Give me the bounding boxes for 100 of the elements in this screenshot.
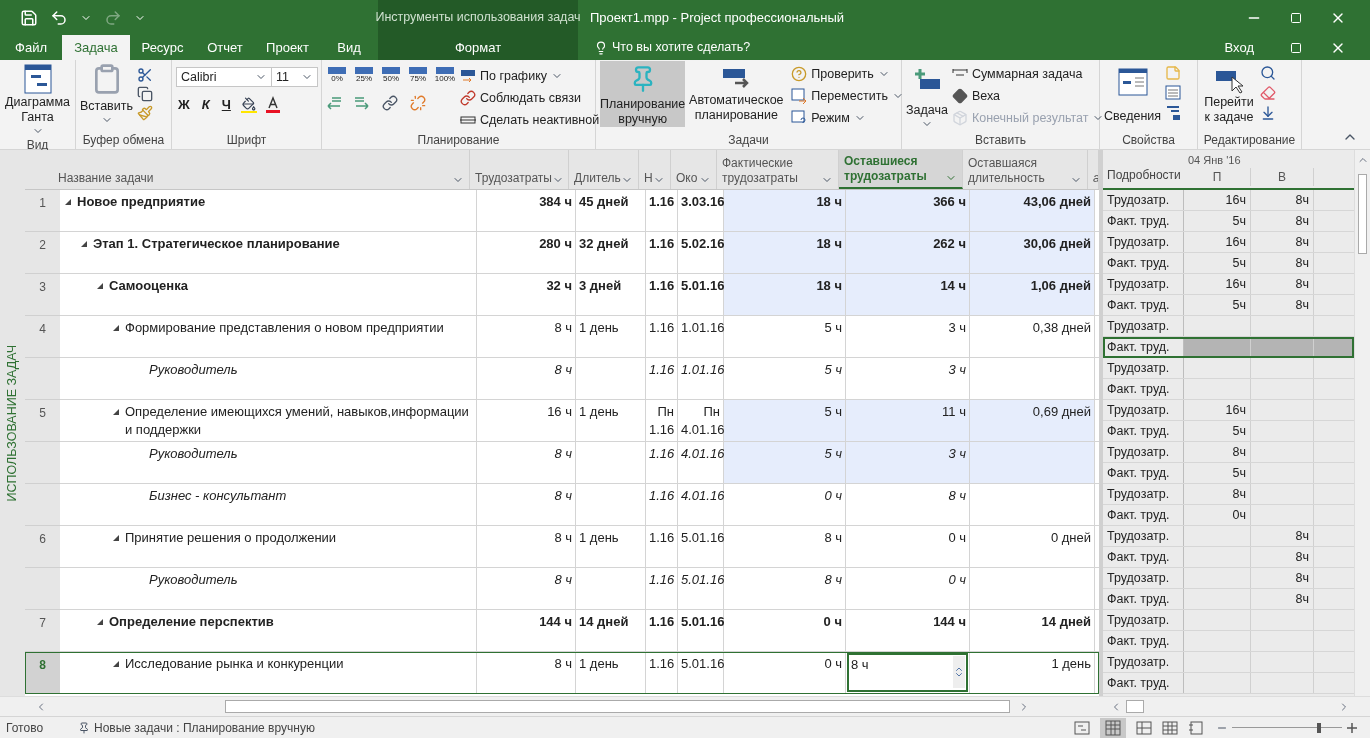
detail-row[interactable]: Факт. труд. 5ч 8ч [1103,253,1354,274]
restore-icon[interactable] [1290,11,1302,24]
ribbon-tab[interactable]: Отчет [195,35,255,60]
eraser-icon[interactable] [1260,85,1276,101]
detail-row[interactable]: Трудозатр. 16ч 8ч [1103,190,1354,211]
table-row[interactable]: 4 Формирование представления о новом предприятии 8 ч 1 день 1.16 1.01.16 5 ч 3 ч 0,38 дней [25,316,1099,358]
detail-row[interactable]: Трудозатр. 16ч 8ч [1103,232,1354,253]
timeline-icon[interactable] [1165,105,1182,121]
fill-color-icon[interactable] [240,96,257,113]
scroll-thumb[interactable] [1126,700,1144,713]
undo-icon[interactable] [50,8,68,27]
tell-me-field[interactable]: Что вы хотите сделать? [612,38,812,57]
summary-task-button[interactable]: Суммарная задача [951,63,1105,85]
indent-icon[interactable] [354,96,370,110]
row-number[interactable]: 4 [25,316,60,358]
manual-schedule-button[interactable]: Планирование вручную [600,61,686,127]
information-button[interactable]: Сведения [1104,63,1162,124]
copy-icon[interactable] [137,86,153,102]
collapse-triangle-icon[interactable] [113,661,119,667]
collapse-triangle-icon[interactable] [97,283,103,289]
detail-row[interactable]: Факт. труд. 5ч [1103,463,1354,484]
zoom-in-icon[interactable] [1346,721,1358,734]
outdent-icon[interactable] [326,96,342,110]
ribbon-tab[interactable]: Ресурс [130,35,195,60]
detail-row[interactable]: Факт. труд. 8ч [1103,589,1354,610]
new-tasks-mode[interactable]: Новые задачи : Планирование вручную [94,718,315,737]
inactivate-button[interactable]: Сделать неактивной [460,109,600,131]
table-row[interactable]: Руководитель 8 ч 1.16 4.01.16 5 ч 3 ч [25,442,1099,484]
team-planner-icon[interactable] [1136,720,1152,735]
ribbon-tab[interactable]: Задача [62,35,130,60]
table-row[interactable]: 6 Принятие решения о продолжении 8 ч 1 день 1.16 5.01.16 8 ч 0 ч 0 дней [25,526,1099,568]
zoom-slider[interactable] [1232,722,1342,733]
note-icon[interactable] [1165,65,1182,81]
column-header[interactable]: Оставшиеся трудозатраты [839,150,963,189]
percent-complete-button[interactable]: 100% [434,67,456,83]
column-header[interactable]: Оставшаяся длительность [963,150,1088,189]
vertical-scrollbar[interactable] [1354,150,1370,696]
move-button[interactable]: Переместить [791,85,904,107]
row-number[interactable]: 8 [25,652,60,694]
collapse-triangle-icon[interactable] [65,199,71,205]
detail-row[interactable]: Факт. труд. 8ч [1103,547,1354,568]
restore-icon[interactable] [1290,41,1302,54]
column-header[interactable]: Трудозатраты [470,150,569,189]
detail-row[interactable]: Трудозатр. [1103,610,1354,631]
table-row[interactable]: Руководитель 8 ч 1.16 1.01.16 5 ч 3 ч [25,358,1099,400]
table-row[interactable]: Бизнес - консультант 8 ч 1.16 4.01.16 0 ч 8 ч [25,484,1099,526]
column-header[interactable]: Н [639,150,671,189]
unlink-icon[interactable] [410,95,426,111]
table-row[interactable]: 3 Самооценка 32 ч 3 дней 1.16 5.01.16 18 ч 14 ч 1,06 дней [25,274,1099,316]
report-view-icon[interactable] [1188,720,1204,735]
font-family-field[interactable]: Calibri [176,67,272,87]
table-row[interactable]: 2 Этап 1. Стратегическое планирование 280 ч 32 дней 1.16 5.02.16 18 ч 262 ч 30,06 дней [25,232,1099,274]
detail-row[interactable]: Факт. труд. [1103,673,1354,694]
percent-complete-button[interactable]: 50% [380,67,402,83]
detail-row[interactable]: Факт. труд. [1103,631,1354,652]
row-number[interactable]: 5 [25,400,60,442]
respect-links-button[interactable]: Соблюдать связи [460,87,600,109]
detail-row[interactable]: Трудозатр. 8ч [1103,568,1354,589]
collapse-triangle-icon[interactable] [81,241,87,247]
italic-button[interactable]: К [199,95,212,115]
redo-icon[interactable] [104,8,122,27]
ribbon-tab[interactable]: Файл [0,35,62,60]
table-row[interactable]: 8 Исследование рынка и конкуренции 8 ч 1 день 1.16 5.01.16 0 ч 8 ч 1 день [25,652,1099,694]
fill-down-icon[interactable] [1260,105,1276,121]
on-track-button[interactable]: По графику [460,65,600,87]
insert-task-button[interactable]: Задача [906,63,948,130]
row-number[interactable]: 1 [25,190,60,232]
detail-row[interactable]: Факт. труд. [1103,337,1354,358]
table-row[interactable]: Руководитель 8 ч 1.16 5.01.16 8 ч 0 ч [25,568,1099,610]
detail-row[interactable]: Трудозатр. 8ч [1103,484,1354,505]
detail-row[interactable]: Трудозатр. [1103,316,1354,337]
underline-button[interactable]: Ч [219,95,233,115]
detail-row[interactable]: Факт. труд. 5ч [1103,421,1354,442]
detail-row[interactable]: Факт. труд. [1103,379,1354,400]
save-icon[interactable] [20,8,38,27]
table-row[interactable]: 7 Определение перспектив 144 ч 14 дней 1.16 5.01.16 0 ч 144 ч 14 дней [25,610,1099,652]
percent-complete-button[interactable]: 25% [353,67,375,83]
zoom-thumb[interactable] [1316,722,1321,733]
grid-view-icon[interactable] [1162,720,1178,735]
ribbon-tab[interactable]: Проект [255,35,320,60]
collapse-triangle-icon[interactable] [113,409,119,415]
spinner-icon[interactable] [953,656,965,688]
remaining-work-editor[interactable]: 8 ч [847,653,968,692]
row-number[interactable]: 2 [25,232,60,274]
detail-row[interactable]: Факт. труд. 5ч 8ч [1103,211,1354,232]
column-header[interactable]: Название задачи [53,150,470,189]
mode-button[interactable]: Режим [791,107,904,129]
row-number[interactable]: 6 [25,526,60,568]
collapse-triangle-icon[interactable] [97,619,103,625]
search-icon[interactable] [1260,65,1276,81]
detail-row[interactable]: Трудозатр. 8ч [1103,526,1354,547]
sign-in-link[interactable]: Вход [1224,37,1254,58]
detail-row[interactable]: Факт. труд. 0ч [1103,505,1354,526]
bold-button[interactable]: Ж [176,95,192,115]
row-number[interactable]: 7 [25,610,60,652]
scroll-thumb[interactable] [225,700,1010,713]
detail-row[interactable]: Трудозатр. 8ч [1103,442,1354,463]
detail-row[interactable]: Трудозатр. 16ч [1103,400,1354,421]
link-icon[interactable] [382,95,398,111]
column-header[interactable]: Око [671,150,717,189]
